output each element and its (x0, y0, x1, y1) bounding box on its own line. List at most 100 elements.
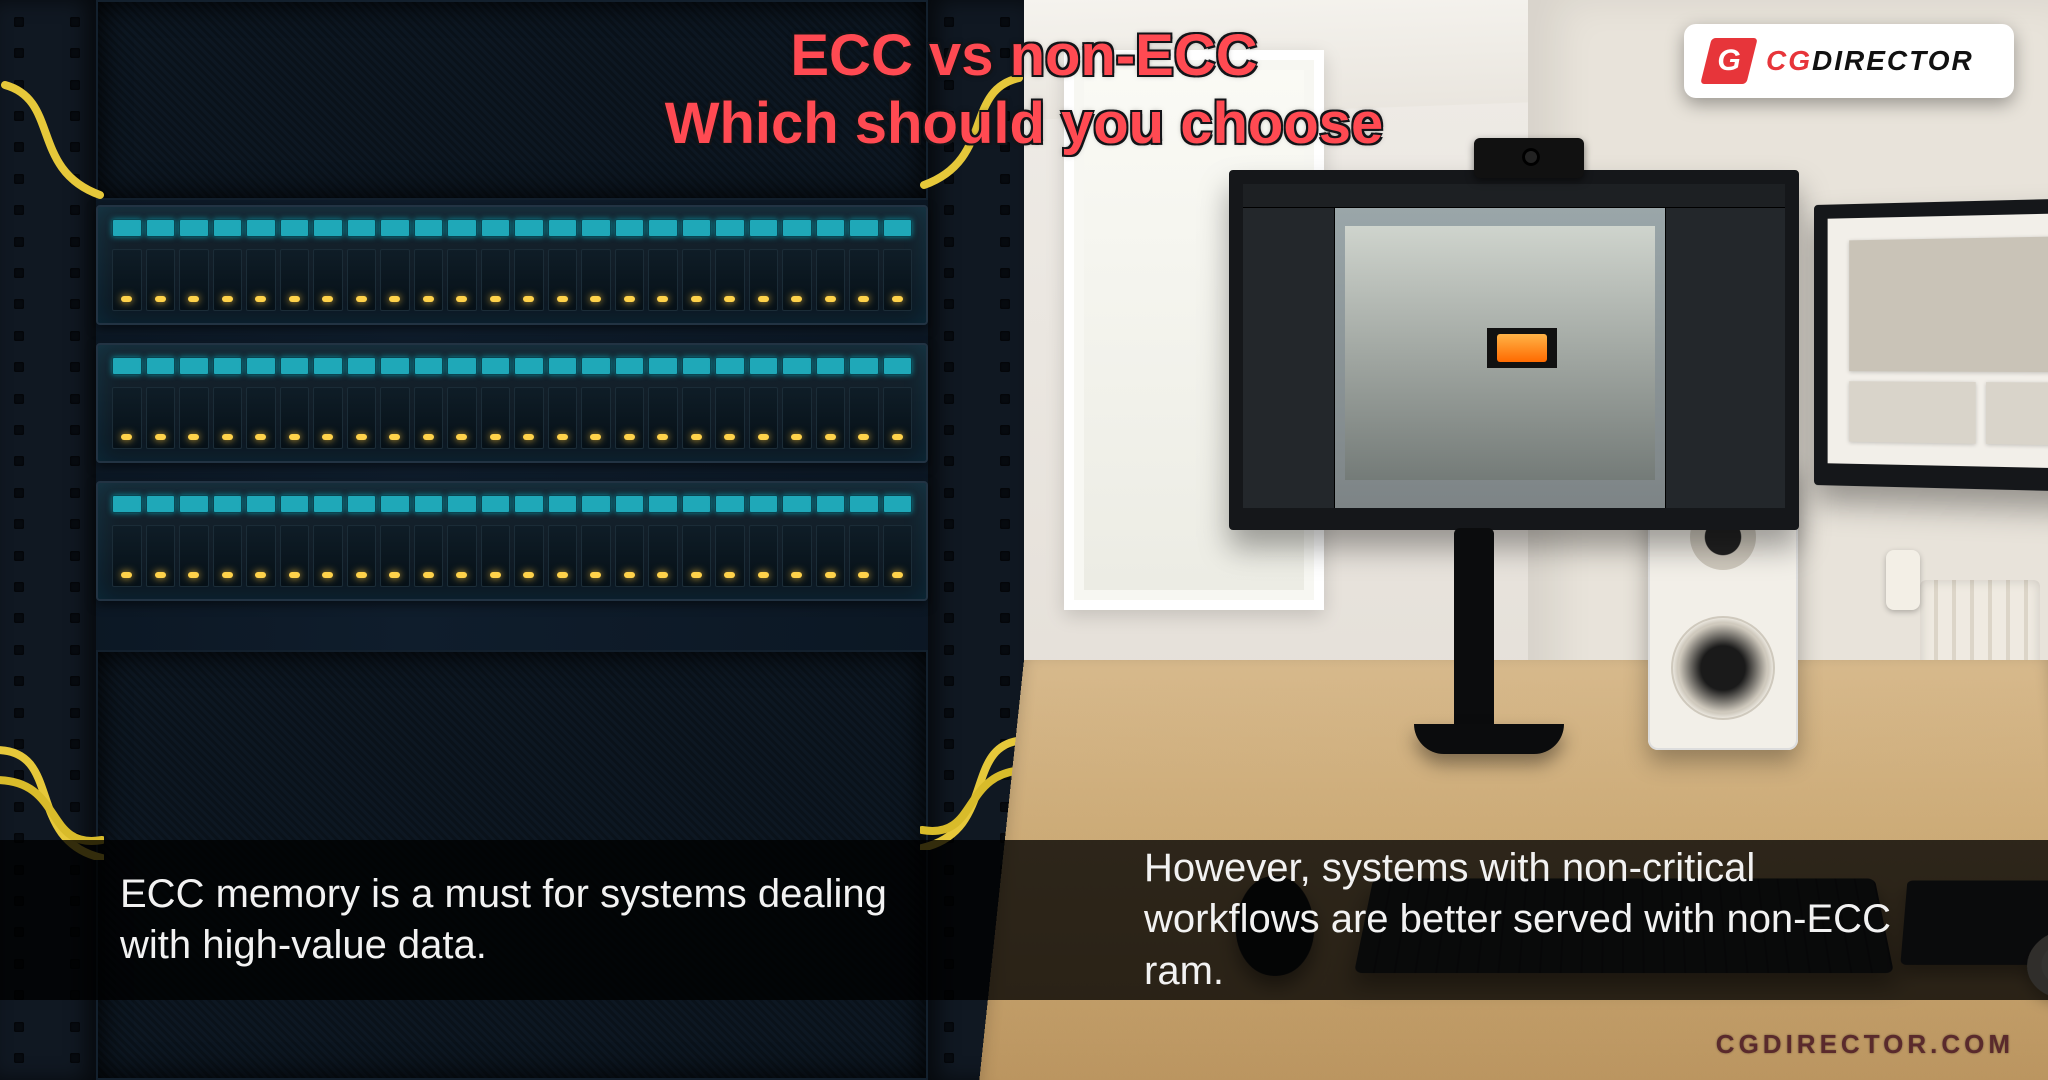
drive-led-icon (682, 357, 712, 375)
drive-bay (682, 249, 712, 311)
drive-bay (648, 525, 678, 587)
drive-led-icon (648, 495, 678, 513)
drive-led-icon (447, 357, 477, 375)
drive-led-icon (347, 495, 377, 513)
drive-led-icon (682, 495, 712, 513)
drive-bay (548, 387, 578, 449)
drive-bay (112, 525, 142, 587)
drive-bay (615, 525, 645, 587)
storage-unit (96, 481, 928, 601)
drive-led-icon (380, 219, 410, 237)
brand-logo-text: CGDIRECTOR (1766, 45, 1974, 77)
caption-bar: ECC memory is a must for systems dealing… (0, 840, 2048, 1000)
drive-bay (347, 525, 377, 587)
screen-3d-app (1243, 184, 1785, 508)
drive-bay (816, 387, 846, 449)
drive-bay (112, 249, 142, 311)
drive-led-icon (213, 495, 243, 513)
drive-bay (380, 525, 410, 587)
drive-bay (179, 525, 209, 587)
drive-bay (414, 525, 444, 587)
drive-bay (581, 249, 611, 311)
drive-led-icon (648, 357, 678, 375)
thumbnail (1986, 382, 2048, 446)
drive-led-icon (749, 357, 779, 375)
drive-bay (313, 249, 343, 311)
drive-led-icon (715, 495, 745, 513)
drive-bay (682, 387, 712, 449)
drive-bay (816, 249, 846, 311)
drive-bay (447, 525, 477, 587)
webcam-icon (1474, 138, 1584, 178)
drive-led-icon (883, 219, 913, 237)
footer-url: CGDIRECTOR.COM (1716, 1029, 2014, 1060)
drive-bay (715, 525, 745, 587)
drive-led-icon (447, 219, 477, 237)
drive-bay (849, 249, 879, 311)
drive-led-icon (883, 357, 913, 375)
drive-bay (213, 525, 243, 587)
drive-bay (883, 387, 913, 449)
drive-led-icon (414, 219, 444, 237)
drive-bay (481, 525, 511, 587)
headline-line1: ECC vs non-ECC (665, 22, 1384, 90)
drive-led-icon (548, 219, 578, 237)
drive-bay (447, 249, 477, 311)
drive-bay (280, 249, 310, 311)
drive-bay (213, 387, 243, 449)
drive-bay (347, 249, 377, 311)
drive-led-icon (146, 495, 176, 513)
drive-led-icon (313, 495, 343, 513)
drive-led-icon (481, 219, 511, 237)
drive-bay (447, 387, 477, 449)
caption-right: However, systems with non-critical workf… (1024, 843, 2048, 997)
drive-led-icon (414, 495, 444, 513)
drive-bay (146, 525, 176, 587)
drive-bay (347, 387, 377, 449)
drive-bay (749, 387, 779, 449)
drive-led-icon (849, 495, 879, 513)
drive-led-icon (816, 219, 846, 237)
app-panel-left (1243, 208, 1335, 508)
drive-led-icon (749, 495, 779, 513)
drive-bay (615, 387, 645, 449)
drive-led-icon (246, 495, 276, 513)
drive-led-icon (414, 357, 444, 375)
drive-led-icon (280, 495, 310, 513)
drive-bay (548, 525, 578, 587)
drive-bay (581, 387, 611, 449)
drive-led-icon (146, 357, 176, 375)
storage-stack (96, 205, 928, 601)
drive-led-icon (380, 495, 410, 513)
drive-led-icon (682, 219, 712, 237)
screen-gallery (1828, 208, 2048, 473)
drive-led-icon (749, 219, 779, 237)
drive-led-icon (715, 357, 745, 375)
drive-led-icon (380, 357, 410, 375)
drive-bay (246, 525, 276, 587)
drive-led-icon (782, 219, 812, 237)
drive-bay (548, 249, 578, 311)
drive-bay (414, 249, 444, 311)
drive-led-icon (112, 357, 142, 375)
drive-led-icon (280, 219, 310, 237)
app-toolbar (1243, 184, 1785, 208)
drive-led-icon (615, 357, 645, 375)
drive-led-icon (246, 357, 276, 375)
drive-bay (213, 249, 243, 311)
drive-led-icon (481, 495, 511, 513)
drive-bay (313, 387, 343, 449)
drive-led-icon (581, 495, 611, 513)
drive-led-icon (615, 219, 645, 237)
drive-bay (514, 525, 544, 587)
drive-bay (849, 387, 879, 449)
drive-bay (380, 387, 410, 449)
drive-led-icon (246, 219, 276, 237)
drive-led-icon (447, 495, 477, 513)
drive-bay (246, 249, 276, 311)
drive-bay (414, 387, 444, 449)
drive-led-icon (514, 495, 544, 513)
drive-led-icon (146, 219, 176, 237)
drive-bay (481, 249, 511, 311)
drive-led-icon (648, 219, 678, 237)
